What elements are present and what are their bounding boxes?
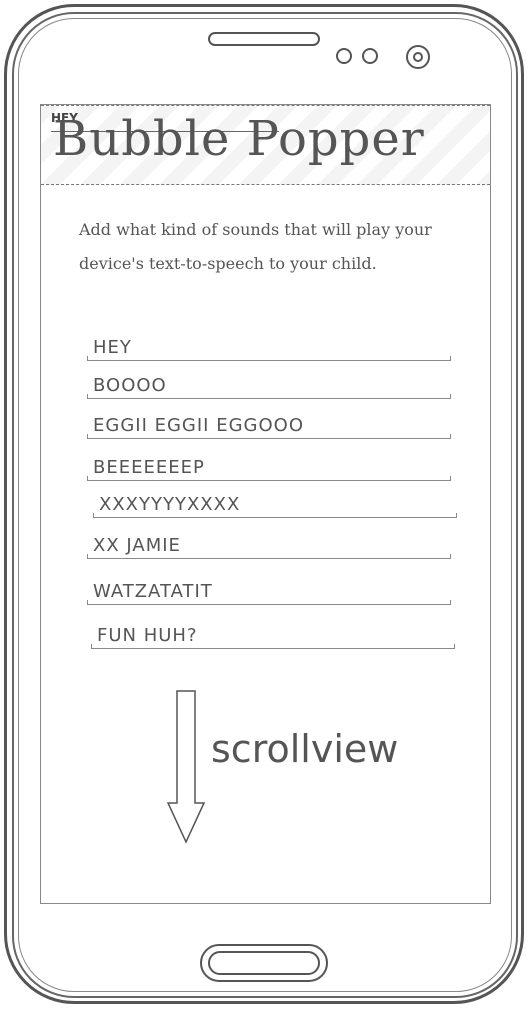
sound-value: FUN HUH? xyxy=(97,625,198,646)
sound-input-8[interactable]: FUN HUH? xyxy=(91,625,455,649)
sound-input-4[interactable]: BEEEEEEEP xyxy=(87,457,451,481)
title-bar: HEY Bubble Popper xyxy=(41,105,490,185)
camera-icon xyxy=(406,45,430,69)
sound-value: EGGII EGGII EGGOOO xyxy=(93,415,304,436)
sound-value: BOOOO xyxy=(93,375,167,396)
sound-input-2[interactable]: BOOOO xyxy=(87,375,451,399)
sensor-icon xyxy=(336,48,352,64)
sound-input-3[interactable]: EGGII EGGII EGGOOO xyxy=(87,415,451,439)
app-title: Bubble Popper xyxy=(53,111,425,167)
sensor-icon xyxy=(362,48,378,64)
sound-value: XX JAMIE xyxy=(93,535,181,556)
arrow-down-icon xyxy=(166,690,206,844)
sound-value: BEEEEEEEP xyxy=(93,457,205,478)
home-button[interactable] xyxy=(200,944,328,982)
instructions-text: Add what kind of sounds that will play y… xyxy=(79,220,432,273)
sound-input-1[interactable]: HEY xyxy=(87,337,451,361)
speaker-grille xyxy=(208,32,320,46)
app-screen: HEY Bubble Popper Add what kind of sound… xyxy=(40,104,491,904)
sound-input-7[interactable]: WATZATATIT xyxy=(87,581,451,605)
sound-input-6[interactable]: XX JAMIE xyxy=(87,535,451,559)
scrollview-label: scrollview xyxy=(211,727,399,771)
sound-value: HEY xyxy=(93,337,132,358)
sound-input-5[interactable]: XXXYYYYXXXX xyxy=(93,494,457,518)
sound-value: XXXYYYYXXXX xyxy=(99,494,241,515)
sound-value: WATZATATIT xyxy=(93,581,213,602)
